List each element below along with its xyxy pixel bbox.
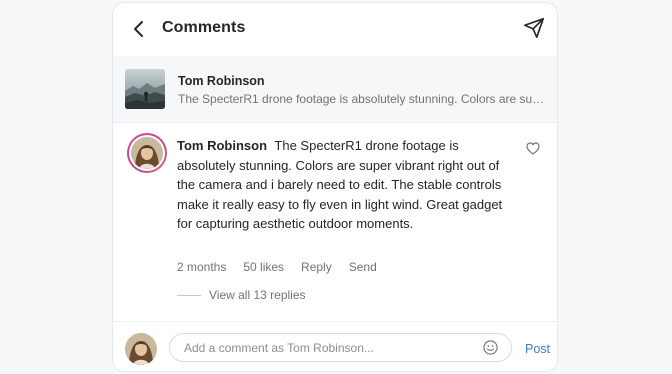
comment-input-wrapper	[169, 333, 512, 362]
avatar	[125, 333, 157, 365]
comment-composer: Post	[113, 321, 557, 371]
comments-header: Comments	[113, 3, 557, 57]
avatar[interactable]	[127, 133, 167, 173]
comment-input[interactable]	[184, 334, 480, 361]
page-title: Comments	[162, 19, 246, 36]
comment-meta: 2 months 50 likes Reply Send	[177, 260, 377, 274]
heart-outline-icon[interactable]	[526, 142, 540, 155]
send-button[interactable]: Send	[349, 260, 377, 274]
post-preview[interactable]: Tom Robinson The SpecterR1 drone footage…	[113, 56, 557, 123]
reply-button[interactable]: Reply	[301, 260, 332, 274]
post-thumbnail	[125, 69, 165, 109]
likes-count[interactable]: 50 likes	[243, 260, 284, 274]
comment-author[interactable]: Tom Robinson	[177, 138, 267, 153]
comment-timestamp: 2 months	[177, 260, 227, 274]
replies-divider	[177, 294, 201, 296]
comment-text: Tom Robinson The SpecterR1 drone footage…	[177, 136, 511, 234]
preview-author: Tom Robinson	[178, 74, 265, 88]
chevron-left-icon[interactable]	[131, 20, 147, 38]
smiley-icon[interactable]	[483, 340, 498, 355]
post-button[interactable]: Post	[525, 342, 550, 356]
preview-caption: The SpecterR1 drone footage is absolutel…	[178, 92, 548, 106]
comments-panel: Comments Tom Robinson The SpecterR1 dron…	[112, 2, 558, 372]
paper-plane-icon[interactable]	[523, 17, 545, 39]
view-replies-label: View all 13 replies	[209, 288, 306, 302]
view-replies-button[interactable]: View all 13 replies	[177, 288, 306, 302]
